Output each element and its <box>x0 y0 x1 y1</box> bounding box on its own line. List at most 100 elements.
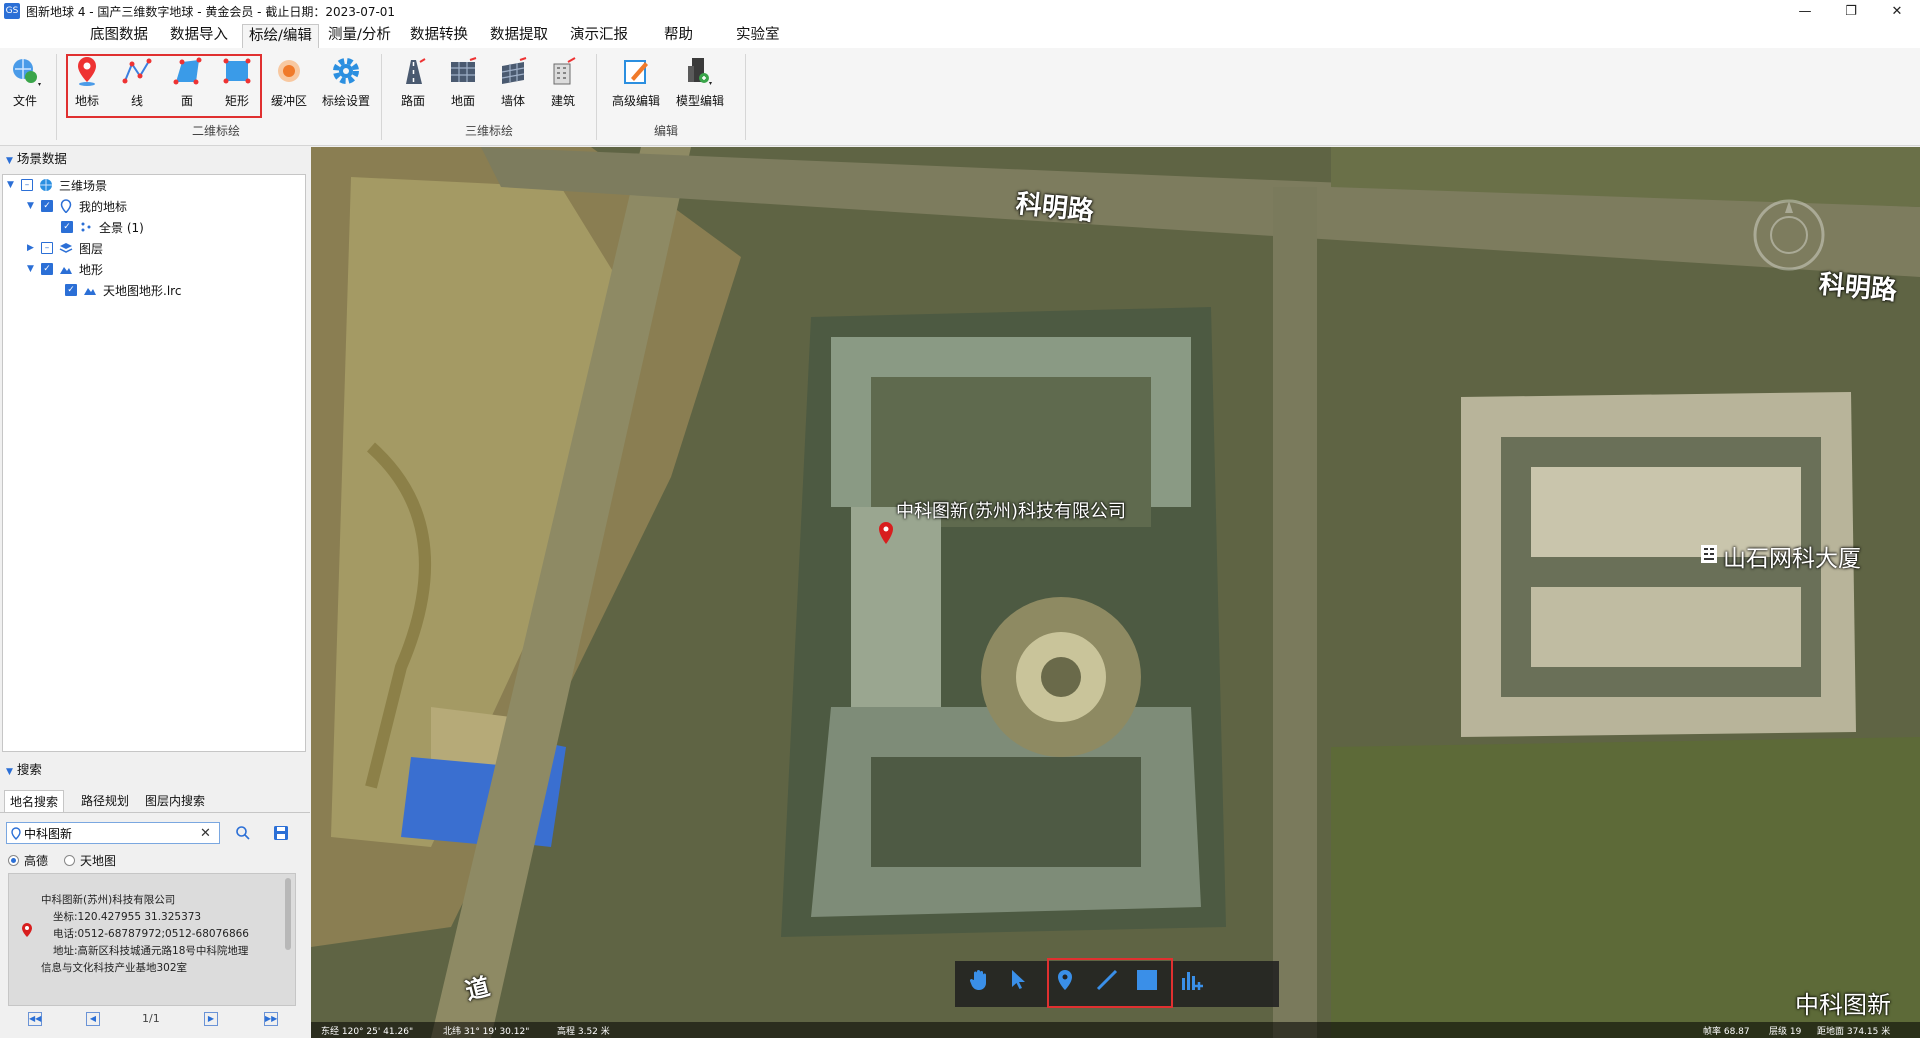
clear-icon[interactable]: ✕ <box>200 826 211 841</box>
buffer-button[interactable]: 缓冲区 <box>266 52 312 114</box>
wall-label: 墙体 <box>500 94 525 108</box>
menu-extract[interactable]: 数据提取 <box>484 24 554 48</box>
source-amap-radio[interactable]: 高德 <box>8 852 48 869</box>
tab-route-planning[interactable]: 路径规划 <box>76 790 134 812</box>
radio-dot[interactable] <box>64 855 75 866</box>
ground-grid-icon <box>446 54 480 88</box>
globe-user-icon <box>8 54 42 88</box>
panorama-icon <box>79 220 93 234</box>
collapse-icon[interactable]: ▼ <box>27 201 37 211</box>
tree-label: 地形 <box>79 262 104 277</box>
road-surface-label: 路面 <box>400 94 425 108</box>
pan-hand-icon[interactable] <box>967 968 999 1000</box>
tree-node-my-landmarks[interactable]: ▼ ✓ 我的地标 <box>27 196 127 216</box>
tree-label: 天地图地形.lrc <box>103 283 182 298</box>
search-result-card[interactable]: 中科图新(苏州)科技有限公司 坐标:120.427955 31.325373 电… <box>8 873 296 1006</box>
menu-help[interactable]: 帮助 <box>658 24 699 48</box>
menu-plot-edit[interactable]: 标绘/编辑 <box>242 24 319 48</box>
menu-measure[interactable]: 测量/分析 <box>322 24 397 48</box>
search-panel-header[interactable]: ▼ 搜索 <box>0 760 310 780</box>
building-button[interactable]: 建筑 <box>540 52 586 114</box>
first-page-button[interactable]: ◀◀ <box>28 1012 42 1026</box>
search-field[interactable]: ✕ <box>6 822 220 844</box>
road-label-keming-2: 科明路 <box>1817 269 1898 307</box>
wall-button[interactable]: 墙体 <box>490 52 536 114</box>
menu-convert[interactable]: 数据转换 <box>404 24 474 48</box>
scene-panel-header[interactable]: ▼ 场景数据 <box>0 149 310 169</box>
status-level: 层级 19 <box>1769 1027 1802 1037</box>
window-title: 图新地球 4 - 国产三维数字地球 - 黄金会员 - 截止日期：2023-07-… <box>26 4 396 19</box>
road-surface-icon <box>396 54 430 88</box>
tree-node-tianditu-terrain[interactable]: ✓ 天地图地形.lrc <box>65 280 181 300</box>
group-edit-label: 编辑 <box>654 124 679 138</box>
tree-node-terrain[interactable]: ▼ ✓ 地形 <box>27 259 103 279</box>
ground-button[interactable]: 地面 <box>440 52 486 114</box>
tree-node-layers[interactable]: ▶ – 图层 <box>27 238 103 258</box>
wall-icon <box>496 54 530 88</box>
file-button[interactable]: 文件 <box>2 52 48 114</box>
tree-label: 图层 <box>79 241 104 256</box>
road-surface-button[interactable]: 路面 <box>390 52 436 114</box>
maximize-button[interactable]: ❐ <box>1828 0 1874 22</box>
globe-icon <box>39 178 53 192</box>
model-edit-icon <box>683 54 717 88</box>
advanced-edit-label: 高级编辑 <box>611 94 660 108</box>
plot-settings-button[interactable]: 标绘设置 <box>320 52 372 114</box>
tab-place-search[interactable]: 地名搜索 <box>4 790 65 812</box>
collapse-icon[interactable]: ▼ <box>7 180 17 190</box>
pencil-edit-icon <box>619 54 653 88</box>
tree-label: 三维场景 <box>59 178 108 193</box>
expand-icon[interactable]: ▶ <box>27 243 37 253</box>
tab-layer-search[interactable]: 图层内搜索 <box>140 790 210 812</box>
menu-presentation[interactable]: 演示汇报 <box>564 24 634 48</box>
search-input[interactable] <box>24 824 194 842</box>
prev-page-button[interactable]: ◀ <box>86 1012 100 1026</box>
map-pin-icon <box>59 199 73 213</box>
last-page-button[interactable]: ▶▶ <box>264 1012 278 1026</box>
search-tabs: 地名搜索 路径规划 图层内搜索 <box>0 790 310 812</box>
radio-dot[interactable] <box>8 855 19 866</box>
tree-label: 全景 (1) <box>99 220 144 235</box>
file-label: 文件 <box>12 94 37 108</box>
source-tianditu-radio[interactable]: 天地图 <box>64 852 116 869</box>
menu-bar: 底图数据 数据导入 标绘/编辑 测量/分析 数据转换 数据提取 演示汇报 帮助 … <box>0 22 1920 48</box>
tree-checkbox[interactable]: ✓ <box>61 221 73 233</box>
tree-checkbox[interactable]: ✓ <box>41 263 53 275</box>
map-view[interactable]: 科明路 科明路 中科图新(苏州)科技有限公司 山石网科大厦 道 中科图新 东经 … <box>311 147 1920 1038</box>
select-arrow-icon[interactable] <box>1007 968 1039 1000</box>
status-elevation: 高程 3.52 米 <box>557 1027 610 1037</box>
ribbon: 文件 地标 线 面 矩形 缓冲区 标绘设置 二维标绘 路面 地面 墙体 建筑 三… <box>0 48 1920 146</box>
buffer-icon <box>272 54 306 88</box>
minimize-button[interactable]: — <box>1782 0 1828 22</box>
tree-checkbox[interactable]: ✓ <box>41 200 53 212</box>
scene-tree: ▼ – 三维场景 ▼ ✓ 我的地标 ✓ 全景 (1) ▶ – 图层 ▼ ✓ 地形… <box>2 174 306 752</box>
menu-import[interactable]: 数据导入 <box>164 24 234 48</box>
terrain-icon <box>83 283 97 297</box>
tree-node-panorama[interactable]: ✓ 全景 (1) <box>61 217 144 237</box>
menu-basemap[interactable]: 底图数据 <box>84 24 154 48</box>
close-button[interactable]: ✕ <box>1874 0 1920 22</box>
result-name[interactable]: 中科图新(苏州)科技有限公司 <box>41 892 175 907</box>
highlight-2d-tools <box>66 54 262 118</box>
collapse-icon[interactable]: ▼ <box>27 264 37 274</box>
buffer-label: 缓冲区 <box>270 94 307 108</box>
chart-add-icon[interactable] <box>1179 968 1211 1000</box>
result-coords: 坐标:120.427955 31.325373 <box>53 911 202 923</box>
title-bar: GS 图新地球 4 - 国产三维数字地球 - 黄金会员 - 截止日期：2023-… <box>0 0 1920 22</box>
menu-lab[interactable]: 实验室 <box>730 24 786 48</box>
tree-checkbox[interactable]: ✓ <box>65 284 77 296</box>
tree-node-3d-scene[interactable]: ▼ – 三维场景 <box>7 175 107 195</box>
model-edit-label: 模型编辑 <box>675 94 724 108</box>
tree-checkbox[interactable]: – <box>41 242 53 254</box>
search-icon[interactable] <box>234 824 252 842</box>
group-3d-label: 三维标绘 <box>465 124 514 138</box>
advanced-edit-button[interactable]: 高级编辑 <box>610 52 662 114</box>
result-scrollbar[interactable] <box>285 878 291 950</box>
next-page-button[interactable]: ▶ <box>204 1012 218 1026</box>
plot-settings-label: 标绘设置 <box>321 94 370 108</box>
model-edit-button[interactable]: 模型编辑 <box>670 52 730 114</box>
save-icon[interactable] <box>272 824 290 842</box>
gear-icon <box>329 54 363 88</box>
building-icon <box>546 54 580 88</box>
tree-checkbox[interactable]: – <box>21 179 33 191</box>
